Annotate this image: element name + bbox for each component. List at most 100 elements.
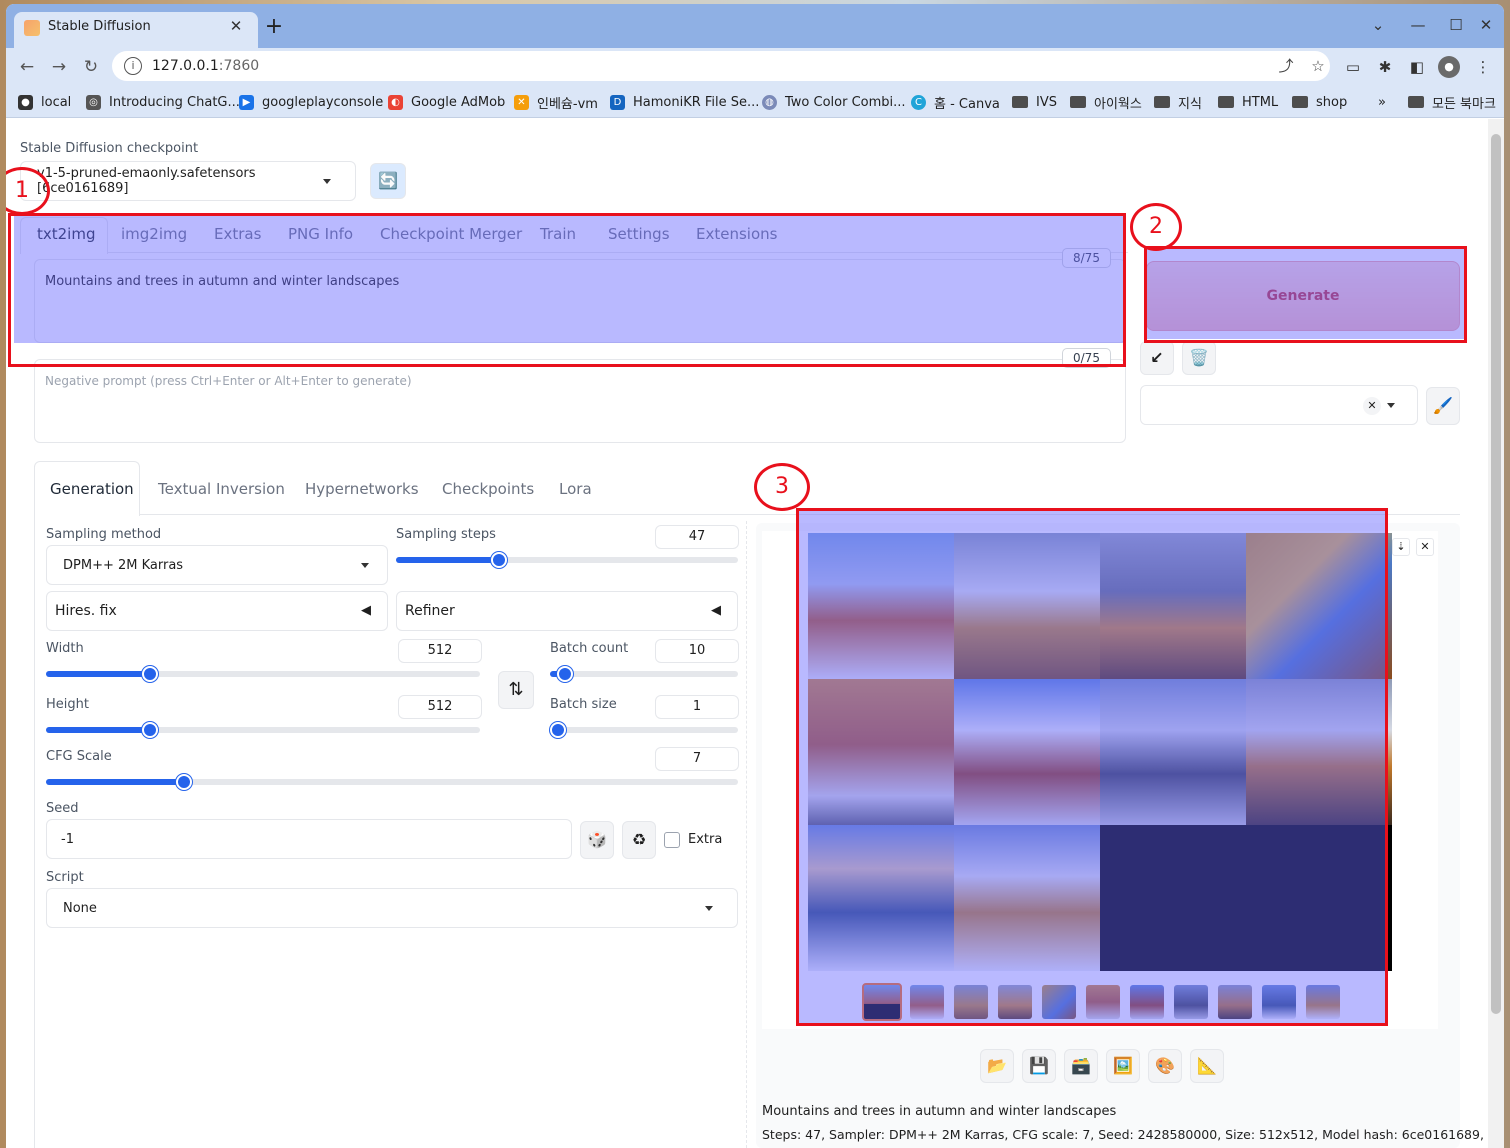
- share-icon[interactable]: ⤴: [1276, 56, 1296, 76]
- bookmark-item[interactable]: ✕ 인베슘-vm: [514, 93, 598, 112]
- batch-size-slider[interactable]: [550, 722, 738, 738]
- slider-handle[interactable]: [142, 666, 159, 682]
- save-button[interactable]: 💾: [1022, 1049, 1056, 1083]
- height-input[interactable]: 512: [398, 695, 482, 719]
- folder-icon: [1070, 96, 1086, 108]
- back-icon[interactable]: ←: [14, 54, 40, 80]
- close-window-icon[interactable]: ✕: [1474, 14, 1498, 36]
- chevron-down-icon: [705, 906, 713, 911]
- send-to-img2img-button[interactable]: 🖼️: [1106, 1049, 1140, 1083]
- extensions-icon[interactable]: ✱: [1374, 56, 1396, 78]
- sampling-steps-slider[interactable]: [396, 552, 738, 568]
- checkpoint-select[interactable]: v1-5-pruned-emaonly.safetensors [6ce0161…: [20, 161, 356, 201]
- bookmark-item[interactable]: ◎ Introducing ChatG...: [86, 93, 240, 111]
- cfg-scale-input[interactable]: 7: [655, 747, 739, 771]
- url-text: 127.0.0.1:7860: [152, 58, 260, 74]
- bookmark-item[interactable]: C홈 - Canva: [911, 93, 1000, 112]
- bookmark-star-icon[interactable]: ☆: [1308, 56, 1328, 76]
- tab-hypernetworks[interactable]: Hypernetworks: [305, 480, 419, 498]
- extra-checkbox[interactable]: [664, 832, 680, 848]
- batch-count-input[interactable]: 10: [655, 639, 739, 663]
- slider-handle[interactable]: [490, 552, 507, 568]
- paste-params-button[interactable]: ↙: [1140, 341, 1174, 375]
- site-info-icon[interactable]: i: [124, 57, 142, 75]
- tab-search-icon[interactable]: ⌄: [1366, 14, 1390, 36]
- refiner-accordion[interactable]: Refiner ◀: [396, 591, 738, 631]
- bookmark-item[interactable]: ● local: [18, 93, 71, 111]
- sampling-method-select[interactable]: DPM++ 2M Karras: [46, 545, 388, 585]
- height-slider[interactable]: [46, 722, 480, 738]
- dsm-icon: D: [610, 94, 625, 110]
- browser-toolbar: ← → ↻ i 127.0.0.1:7860 ⤴ ☆ ▭ ✱ ◧ ● ⋮: [6, 48, 1504, 84]
- hires-fix-accordion[interactable]: Hires. fix ◀: [46, 591, 388, 631]
- cfg-scale-slider[interactable]: [46, 774, 738, 790]
- more-bookmarks-icon[interactable]: »: [1378, 93, 1386, 111]
- close-preview-icon[interactable]: ✕: [1416, 538, 1434, 556]
- negative-prompt-textarea[interactable]: Negative prompt (press Ctrl+Enter or Alt…: [34, 359, 1126, 443]
- bookmark-folder[interactable]: HTML: [1218, 93, 1278, 111]
- tab-checkpoints[interactable]: Checkpoints: [442, 480, 534, 498]
- styles-select[interactable]: ✕: [1140, 385, 1418, 425]
- download-icon[interactable]: ⇣: [1392, 538, 1410, 556]
- batch-count-slider[interactable]: [550, 666, 738, 682]
- sampling-steps-input[interactable]: 47: [655, 525, 739, 549]
- tab-lora[interactable]: Lora: [559, 480, 592, 498]
- minimize-icon[interactable]: —: [1406, 14, 1430, 36]
- reload-icon[interactable]: ↻: [78, 54, 104, 80]
- slider-fill: [396, 557, 499, 563]
- address-bar[interactable]: i 127.0.0.1:7860 ⤴ ☆: [112, 51, 1330, 81]
- slider-handle[interactable]: [550, 722, 566, 738]
- slider-handle[interactable]: [142, 722, 159, 738]
- all-bookmarks-folder[interactable]: 모든 북마크: [1408, 93, 1496, 112]
- edit-styles-button[interactable]: 🖌️: [1426, 387, 1460, 425]
- menu-icon[interactable]: ⋮: [1472, 56, 1494, 78]
- panel-border: [34, 515, 35, 1148]
- refresh-icon: 🔄: [378, 171, 398, 190]
- clear-prompt-button[interactable]: 🗑️: [1182, 341, 1216, 375]
- image-icon: 🖼️: [1113, 1056, 1133, 1075]
- slider-fill: [46, 779, 185, 785]
- maximize-icon[interactable]: ☐: [1444, 14, 1468, 36]
- script-value: None: [63, 900, 97, 916]
- batch-size-input[interactable]: 1: [655, 695, 739, 719]
- send-to-inpaint-button[interactable]: 🎨: [1148, 1049, 1182, 1083]
- bookmark-folder[interactable]: shop: [1292, 93, 1347, 111]
- slider-handle[interactable]: [557, 666, 574, 682]
- random-seed-button[interactable]: 🎲: [580, 821, 614, 859]
- close-tab-icon[interactable]: ✕: [226, 16, 246, 36]
- bookmark-folder[interactable]: IVS: [1012, 93, 1057, 111]
- clear-styles-icon[interactable]: ✕: [1363, 397, 1381, 415]
- tab-textual-inversion[interactable]: Textual Inversion: [158, 480, 285, 498]
- profile-avatar[interactable]: ●: [1438, 56, 1460, 78]
- bookmark-item[interactable]: ◍ Two Color Combi...: [762, 93, 906, 111]
- open-folder-button[interactable]: 📂: [980, 1049, 1014, 1083]
- reuse-seed-button[interactable]: ♻: [622, 821, 656, 859]
- brush-icon: 🖌️: [1433, 396, 1453, 415]
- seed-input[interactable]: -1: [46, 819, 572, 859]
- bookmark-item[interactable]: ▶ googleplayconsole: [239, 93, 383, 111]
- script-label: Script: [46, 870, 84, 885]
- width-slider[interactable]: [46, 666, 480, 682]
- forward-icon[interactable]: →: [46, 54, 72, 80]
- swap-dimensions-button[interactable]: ⇅: [498, 671, 534, 709]
- bookmark-folder[interactable]: 아이웍스: [1070, 93, 1142, 112]
- script-select[interactable]: None: [46, 888, 738, 928]
- bookmark-item[interactable]: D HamoniKR File Se...: [610, 93, 759, 111]
- cast-icon[interactable]: ▭: [1342, 56, 1364, 78]
- send-to-extras-button[interactable]: 📐: [1190, 1049, 1224, 1083]
- folder-icon: [1408, 96, 1424, 108]
- scrollbar-thumb[interactable]: [1491, 134, 1501, 1014]
- zip-button[interactable]: 🗃️: [1064, 1049, 1098, 1083]
- annotation-marker-2: 2: [1130, 203, 1182, 251]
- seed-value: -1: [61, 832, 74, 847]
- recycle-icon: ♻: [631, 830, 647, 849]
- bookmark-folder[interactable]: 지식: [1154, 93, 1202, 112]
- bookmark-item[interactable]: ◐ Google AdMob: [388, 93, 505, 111]
- page-scrollbar[interactable]: [1488, 119, 1504, 1148]
- side-panel-icon[interactable]: ◧: [1406, 56, 1428, 78]
- width-input[interactable]: 512: [398, 639, 482, 663]
- new-tab-icon[interactable]: +: [262, 16, 286, 40]
- sub-tab-bar: Generation Textual Inversion Hypernetwor…: [34, 461, 1460, 516]
- refresh-checkpoint-button[interactable]: 🔄: [370, 163, 406, 199]
- slider-handle[interactable]: [176, 774, 193, 790]
